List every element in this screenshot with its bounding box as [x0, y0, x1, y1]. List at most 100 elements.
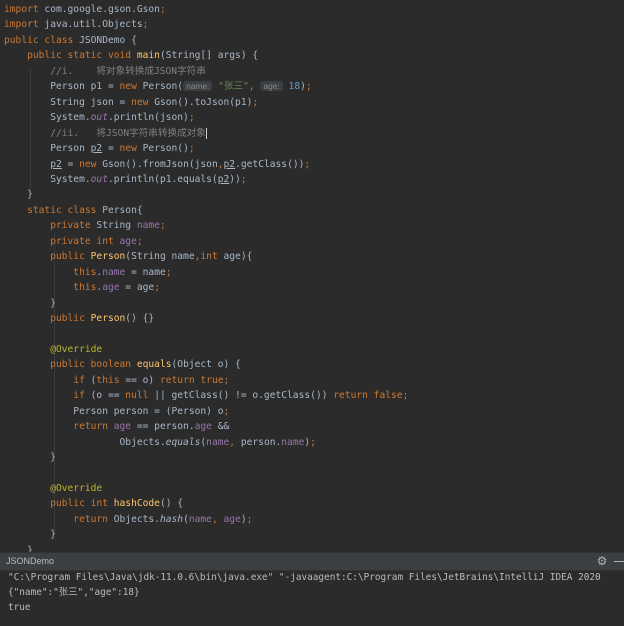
- code-token: String: [96, 220, 137, 232]
- console-output-line: true: [8, 602, 31, 613]
- code-token: ;: [188, 143, 195, 155]
- code-token: null: [125, 390, 155, 402]
- code-line[interactable]: public Person(String name,int age){: [4, 249, 252, 264]
- code-token: @Override: [4, 343, 103, 355]
- code-token: || getClass() != o.getClass()): [154, 390, 334, 402]
- code-line[interactable]: public int hashCode() {: [4, 496, 183, 511]
- text-cursor: [205, 127, 207, 139]
- code-token: =: [102, 143, 120, 155]
- run-toolbar: JSONDemo ⚙: [0, 553, 624, 571]
- code-token: if: [4, 374, 91, 386]
- code-line[interactable]: Person person = (Person) o;: [4, 404, 229, 419]
- run-panel: JSONDemo ⚙ "C:\Program Files\Java\jdk-11…: [0, 552, 624, 626]
- code-line[interactable]: static class Person{: [4, 203, 143, 218]
- code-line[interactable]: System.out.println(json);: [4, 110, 194, 125]
- code-token: ;: [304, 158, 311, 170]
- code-token: }: [4, 544, 33, 552]
- code-token: hashCode: [113, 498, 160, 510]
- code-token: name: [188, 513, 212, 525]
- code-line[interactable]: }: [4, 187, 33, 202]
- code-token: import: [4, 4, 39, 15]
- code-token: ;: [305, 81, 312, 93]
- code-token: == o): [125, 374, 160, 386]
- code-line[interactable]: this.name = name;: [4, 265, 172, 280]
- minimize-icon[interactable]: [614, 561, 624, 562]
- code-token: (String[] args) {: [159, 50, 259, 62]
- code-token: equals: [136, 359, 172, 371]
- code-token: return false: [333, 390, 403, 402]
- code-line[interactable]: String json = new Gson().toJson(p1);: [4, 95, 258, 110]
- code-token: == person.: [131, 421, 195, 433]
- code-line[interactable]: import java.util.Objects;: [4, 17, 148, 32]
- code-editor[interactable]: import com.google.gson.Gson; import java.…: [0, 0, 624, 552]
- run-tab[interactable]: JSONDemo: [6, 554, 54, 569]
- code-token: ;: [154, 282, 160, 294]
- code-line[interactable]: }: [4, 296, 56, 311]
- code-line[interactable]: }: [4, 527, 56, 542]
- code-token: &&: [211, 421, 230, 433]
- code-token: ;: [136, 235, 143, 247]
- gear-icon[interactable]: ⚙: [595, 554, 609, 568]
- code-token: (Object o) {: [171, 359, 241, 371]
- code-token: "张三": [218, 81, 249, 93]
- code-token: int: [200, 251, 224, 263]
- code-token: out: [90, 112, 108, 124]
- code-token: ;: [402, 390, 409, 402]
- code-line[interactable]: private int age;: [4, 234, 143, 249]
- code-token: new: [119, 143, 143, 155]
- code-token: ;: [165, 266, 172, 278]
- code-line[interactable]: this.age = age;: [4, 280, 160, 295]
- code-token: //ii. 将JSON字符串转换成对象: [4, 127, 206, 139]
- code-token: age){: [223, 251, 253, 263]
- code-line[interactable]: public boolean equals(Object o) {: [4, 357, 241, 372]
- code-line[interactable]: }: [4, 450, 56, 465]
- code-token: .println(json): [107, 112, 189, 124]
- code-token: }: [4, 297, 56, 309]
- code-token: out: [90, 173, 108, 185]
- code-line[interactable]: private String name;: [4, 218, 166, 233]
- code-token: ;: [223, 405, 230, 417]
- code-line[interactable]: public Person() {}: [4, 311, 154, 326]
- code-line[interactable]: System.out.println(p1.equals(p2));: [4, 172, 246, 187]
- code-token: 18: [288, 81, 301, 93]
- code-line[interactable]: return age == person.age &&: [4, 419, 229, 434]
- code-line[interactable]: Person p2 = new Person();: [4, 141, 195, 156]
- code-token: ;: [159, 220, 166, 232]
- parameter-hint: name:: [183, 81, 213, 92]
- code-line[interactable]: import com.google.gson.Gson;: [4, 2, 166, 17]
- code-token: ,: [229, 436, 241, 448]
- code-token: new: [119, 81, 143, 93]
- code-token: () {: [159, 498, 184, 510]
- code-token: ;: [310, 436, 316, 448]
- code-line[interactable]: //ii. 将JSON字符串转换成对象: [4, 126, 207, 141]
- code-token: public: [4, 313, 91, 324]
- code-line[interactable]: Objects.equals(name, person.name);: [4, 435, 316, 450]
- code-token: p2: [50, 158, 62, 170]
- code-token: if: [4, 390, 91, 402]
- code-token: System.: [4, 112, 91, 124]
- code-token: Person(): [142, 143, 189, 155]
- code-token: person.: [240, 436, 282, 448]
- code-token: equals: [165, 436, 201, 448]
- code-line[interactable]: p2 = new Gson().fromJson(json,p2.getClas…: [4, 157, 310, 172]
- code-token: name: [136, 220, 160, 232]
- code-line[interactable]: public class JSONDemo {: [4, 33, 137, 48]
- code-line[interactable]: //i. 将对象转换成JSON字符串: [4, 64, 206, 79]
- code-token: age: [119, 235, 137, 247]
- code-line[interactable]: public static void main(String[] args) {: [4, 48, 258, 63]
- code-line[interactable]: return Objects.hash(name, age);: [4, 512, 252, 527]
- code-token: )): [229, 173, 241, 185]
- code-line[interactable]: @Override: [4, 481, 102, 496]
- code-line[interactable]: if (o == null || getClass() != o.getClas…: [4, 388, 408, 403]
- code-line[interactable]: }: [4, 543, 33, 552]
- code-token: JSONDemo {: [79, 34, 137, 46]
- code-token: hash: [159, 513, 184, 525]
- code-token: ;: [159, 4, 166, 15]
- code-line[interactable]: Person p1 = new Person(name: "张三", age: …: [4, 79, 312, 94]
- code-line[interactable]: @Override: [4, 342, 102, 357]
- code-line[interactable]: if (this == o) return true;: [4, 373, 229, 388]
- code-token: public class: [4, 34, 80, 46]
- code-token: java.util.Objects: [38, 19, 143, 31]
- code-token: =: [61, 158, 80, 170]
